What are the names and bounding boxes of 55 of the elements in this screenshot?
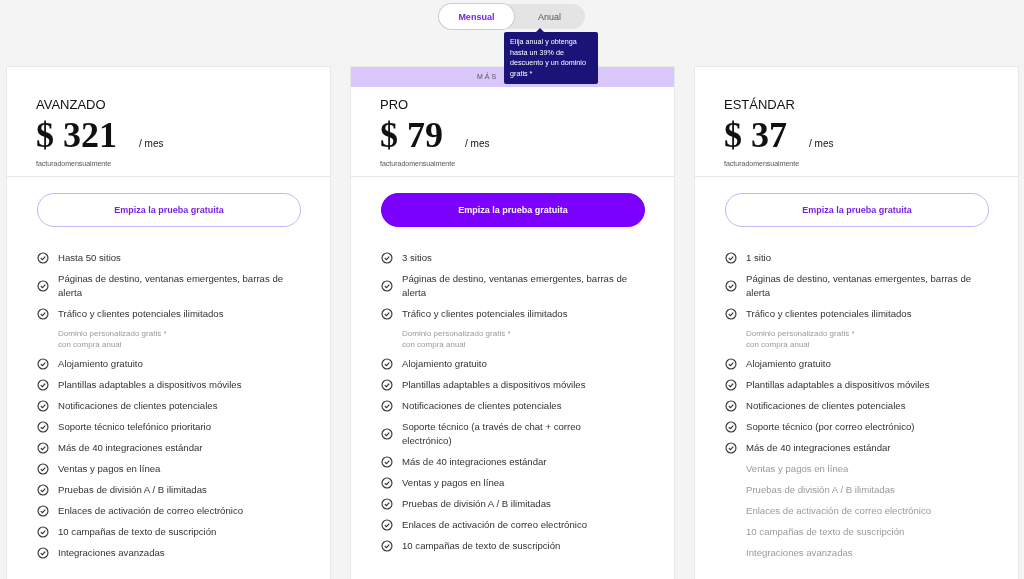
feature-text: Enlaces de activación de correo electrónico: [58, 504, 244, 518]
feature-text: Plantillas adaptables a dispositivos móviles: [402, 378, 586, 392]
feature-text: 10 campañas de texto de suscripción: [402, 539, 561, 553]
feature-text: Más de 40 integraciones estándar: [402, 455, 547, 469]
feature-text: Plantillas adaptables a dispositivos móviles: [746, 378, 930, 392]
feature-text: Ventas y pagos en línea: [58, 462, 161, 476]
plan-price: $ 37: [724, 114, 787, 156]
plan-name: AVANZADO: [36, 97, 107, 112]
feature-text: Alojamiento gratuito: [402, 357, 487, 371]
billing-option[interactable]: Mensual: [439, 4, 514, 29]
feature-text: Enlaces de activación de correo electrónico: [402, 518, 588, 532]
feature-text: Notificaciones de clientes potenciales: [746, 399, 906, 413]
feature-text: Tráfico y clientes potenciales ilimitados: [58, 307, 224, 321]
feature-text: Notificaciones de clientes potenciales: [402, 399, 562, 413]
feature-text: Tráfico y clientes potenciales ilimitados: [746, 307, 912, 321]
feature-text: 10 campañas de texto de suscripción: [58, 525, 217, 539]
feature-text: Alojamiento gratuito: [746, 357, 831, 371]
plan-name: ESTÁNDAR: [724, 97, 796, 112]
feature-text: Dominio personalizado gratis * con compra anual: [402, 328, 511, 350]
price-period: / mes: [139, 138, 164, 149]
plan-name: PRO: [380, 97, 410, 112]
billing-option[interactable]: Anual: [513, 4, 585, 29]
feature-text: Plantillas adaptables a dispositivos móviles: [58, 378, 242, 392]
price-period: / mes: [465, 138, 490, 149]
feature-text: Pruebas de división A / B ilimitadas: [402, 497, 551, 511]
feature-text: Páginas de destino, ventanas emergentes, barras de alerta: [746, 272, 972, 300]
feature-text: Pruebas de división A / B ilimitadas: [746, 483, 895, 497]
free-trial-button[interactable]: Empiza la prueba gratuita: [37, 193, 301, 227]
feature-text: Más de 40 integraciones estándar: [746, 441, 891, 455]
feature-text: Pruebas de división A / B ilimitadas: [58, 483, 207, 497]
feature-text: Alojamiento gratuito: [58, 357, 143, 371]
feature-text: Dominio personalizado gratis * con compra anual: [746, 328, 855, 350]
feature-text: 10 campañas de texto de suscripción: [746, 525, 905, 539]
feature-text: Más de 40 integraciones estándar: [58, 441, 203, 455]
feature-text: Tráfico y clientes potenciales ilimitados: [402, 307, 568, 321]
feature-text: Soporte técnico (por correo electrónico): [746, 420, 915, 434]
free-trial-button[interactable]: Empiza la prueba gratuita: [725, 193, 989, 227]
feature-text: Enlaces de activación de correo electrónico: [746, 504, 932, 518]
feature-text: Dominio personalizado gratis * con compra anual: [58, 328, 167, 350]
feature-text: Soporte técnico telefónico prioritario: [58, 420, 212, 434]
plan-price: $ 321: [36, 114, 117, 156]
feature-text: Páginas de destino, ventanas emergentes, barras de alerta: [402, 272, 628, 300]
feature-text: Ventas y pagos en línea: [402, 476, 505, 490]
feature-text: 1 sitio: [746, 251, 772, 265]
feature-text: Páginas de destino, ventanas emergentes, barras de alerta: [58, 272, 284, 300]
feature-text: Hasta 50 sitios: [58, 251, 121, 265]
feature-text: Ventas y pagos en línea: [746, 462, 849, 476]
feature-text: Soporte técnico (a través de chat + correo electrónico): [402, 420, 582, 448]
free-trial-button[interactable]: Empiza la prueba gratuita: [381, 193, 645, 227]
feature-text: Notificaciones de clientes potenciales: [58, 399, 218, 413]
plan-price: $ 79: [380, 114, 443, 156]
price-period: / mes: [809, 138, 834, 149]
feature-text: Integraciones avanzadas: [58, 546, 165, 560]
feature-text: 3 sitios: [402, 251, 432, 265]
feature-text: Integraciones avanzadas: [746, 546, 853, 560]
